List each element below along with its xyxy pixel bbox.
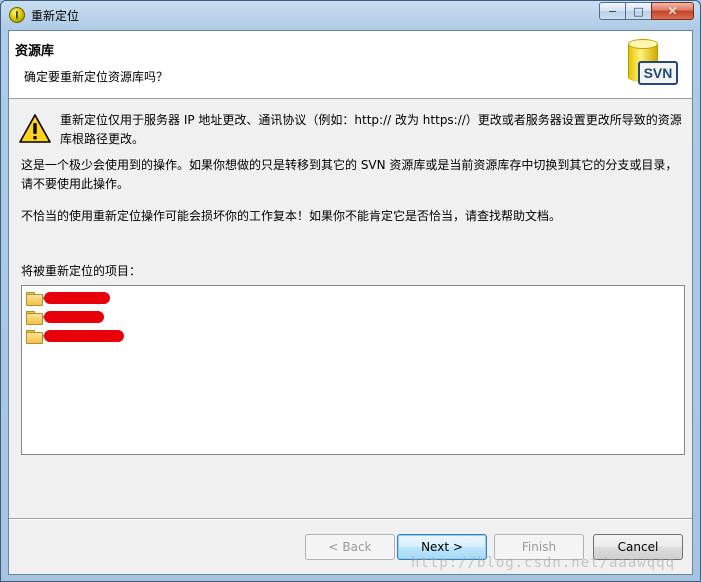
dialog-client-area: 资源库 确定要重新定位资源库吗？ SVN 重新定位仅用于服务器 IP 地址更改、… — [8, 30, 693, 575]
folder-icon — [26, 292, 45, 306]
window-title: 重新定位 — [31, 9, 80, 23]
relocate-purpose-text: 重新定位仅用于服务器 IP 地址更改、通讯协议（例如：http:// 改为 ht… — [60, 113, 682, 146]
page-title: 资源库 — [15, 44, 55, 59]
close-button[interactable]: ✕ — [651, 2, 694, 20]
back-button[interactable]: < Back — [305, 534, 395, 560]
maximize-button[interactable]: □ — [625, 2, 651, 20]
redacted-project-name — [44, 330, 124, 342]
redacted-project-name — [44, 292, 110, 304]
wizard-header: 资源库 确定要重新定位资源库吗？ SVN — [9, 31, 692, 99]
projects-label: 将被重新定位的项目： — [21, 264, 142, 278]
list-item[interactable] — [26, 308, 104, 326]
list-item[interactable] — [26, 289, 110, 307]
relocate-usage-text: 这是一个极少会使用到的操作。如果你想做的只是转移到其它的 SVN 资源库或是当前… — [21, 158, 678, 191]
page-subtitle: 确定要重新定位资源库吗？ — [24, 70, 169, 84]
svn-logo-text: SVN — [638, 61, 678, 85]
minimize-button[interactable]: − — [599, 2, 625, 20]
redacted-project-name — [44, 311, 104, 323]
projects-list[interactable] — [21, 285, 685, 455]
dialog-window: 重新定位 − □ ✕ 资源库 确定要重新定位资源库吗？ SVN 重新定位仅用于服… — [0, 0, 701, 582]
folder-icon — [26, 311, 45, 325]
window-controls: − □ ✕ — [599, 2, 694, 20]
svn-database-icon: SVN — [624, 37, 680, 93]
database-top — [628, 39, 658, 49]
relocate-warning-text: 不恰当的使用重新定位操作可能会损坏你的工作复本！如果你不能肯定它是否恰当，请查找… — [21, 209, 562, 223]
folder-icon — [26, 330, 45, 344]
list-item[interactable] — [26, 327, 124, 345]
warning-icon — [19, 114, 51, 143]
title-bar[interactable]: 重新定位 − □ ✕ — [1, 1, 700, 29]
watermark-text: http://blog.csdn.net/aaawqqq — [411, 555, 676, 571]
button-bar-separator — [9, 518, 692, 520]
app-icon — [9, 7, 25, 23]
